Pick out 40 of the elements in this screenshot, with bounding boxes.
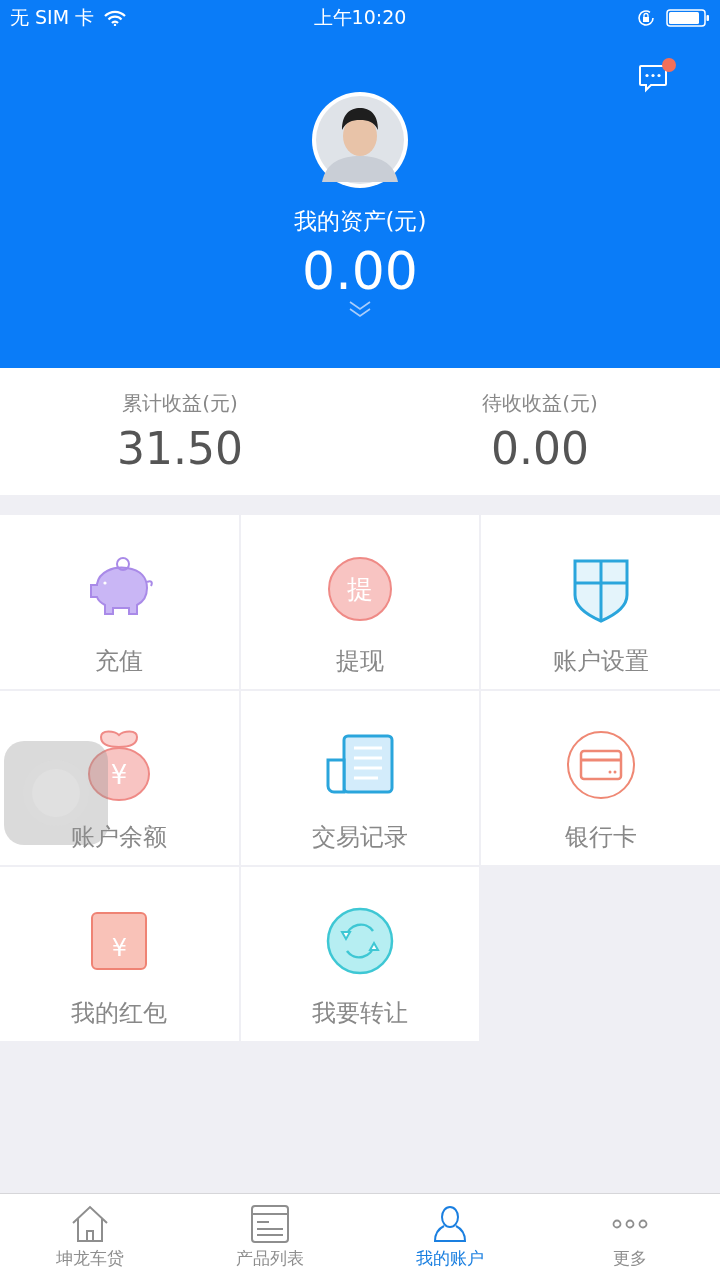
wifi-icon xyxy=(104,10,127,26)
battery-icon xyxy=(666,8,710,28)
tab-item[interactable]: 我的账户 xyxy=(360,1194,540,1280)
home-icon xyxy=(70,1204,110,1243)
yen-sign: ¥ xyxy=(111,934,127,962)
refresh-icon xyxy=(326,907,394,975)
menu-tile[interactable]: 交易记录 xyxy=(240,691,480,865)
earnings-value: 31.50 xyxy=(117,423,243,474)
tab-item[interactable]: 坤龙车贷 xyxy=(0,1194,180,1280)
menu-label: 账户设置 xyxy=(552,646,649,677)
icon-character: 提 xyxy=(347,572,373,606)
assets-label: 我的资产(元) xyxy=(293,207,427,236)
menu-tile[interactable]: 银行卡 xyxy=(481,691,720,865)
earnings-label: 累计收益(元) xyxy=(122,390,238,417)
bank-card-icon xyxy=(565,730,636,800)
tab-item[interactable]: 产品列表 xyxy=(180,1194,360,1280)
menu-tile[interactable]: 账户设置 xyxy=(481,515,720,689)
menu-tile[interactable]: 充值 xyxy=(0,515,239,689)
menu-label: 交易记录 xyxy=(312,822,408,853)
rotation-lock-icon xyxy=(636,8,656,28)
menu-tile[interactable]: 我要转让 xyxy=(240,867,480,1041)
menu-label: 我的红包 xyxy=(71,998,168,1029)
list-icon xyxy=(250,1204,290,1243)
tab-item[interactable]: 更多 xyxy=(540,1194,720,1280)
menu-label: 我要转让 xyxy=(312,998,408,1029)
menu-label: 银行卡 xyxy=(564,822,637,853)
clock-time: 上午10:20 xyxy=(313,5,407,30)
menu-tile[interactable]: ¥ 我的红包 xyxy=(0,867,239,1041)
menu-tile[interactable]: ¥ 账户余额 xyxy=(0,691,239,865)
chevron-down-icon[interactable] xyxy=(348,300,372,319)
carrier-text: 无 SIM 卡 xyxy=(10,5,95,30)
receipt-icon xyxy=(324,734,396,796)
earnings-label: 待收收益(元) xyxy=(482,390,598,417)
more-icon xyxy=(610,1218,650,1229)
menu-label: 充值 xyxy=(95,646,144,677)
menu-label: 提现 xyxy=(336,646,384,677)
assets-amount: 0.00 xyxy=(302,243,418,301)
earnings-value: 0.00 xyxy=(491,423,589,474)
menu-tile[interactable]: 提 提现 xyxy=(240,515,480,689)
menu-label: 账户余额 xyxy=(71,822,168,853)
